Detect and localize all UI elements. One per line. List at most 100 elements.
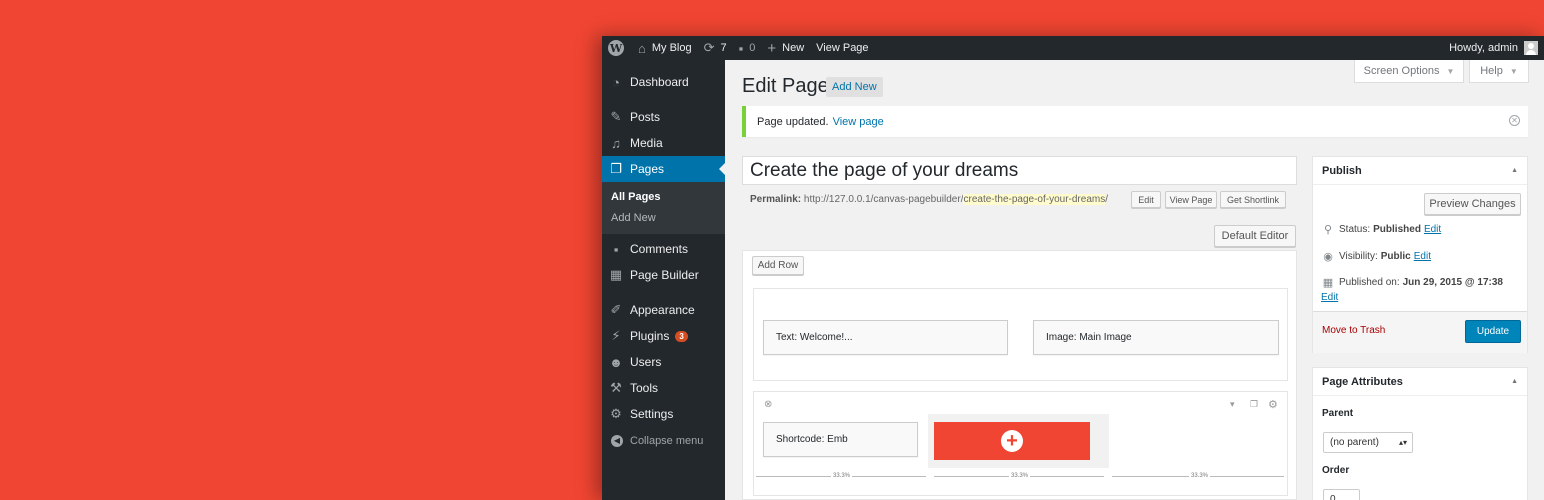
- edit-permalink-button[interactable]: Edit: [1131, 191, 1161, 208]
- view-page-link[interactable]: View Page: [810, 36, 874, 60]
- page-builder-panel: Add Row Text: Welcome!... Image: Main Im…: [742, 250, 1297, 500]
- add-row-button[interactable]: Add Row: [752, 256, 804, 275]
- widget-text-welcome[interactable]: Text: Welcome!...: [763, 320, 1008, 355]
- sidebar-item-media[interactable]: ♫ Media: [602, 130, 725, 156]
- new-label: New: [782, 42, 805, 54]
- get-shortlink-button[interactable]: Get Shortlink: [1220, 191, 1286, 208]
- published-on-row: ▦ Published on: Jun 29, 2015 @ 17:38: [1321, 276, 1503, 289]
- published-on-value: Jun 29, 2015 @ 17:38: [1402, 277, 1503, 288]
- status-label: Status:: [1339, 224, 1371, 235]
- my-account-link[interactable]: Howdy, admin: [1443, 36, 1544, 60]
- preview-changes-button[interactable]: Preview Changes: [1424, 193, 1521, 215]
- row-settings-gear-icon[interactable]: ⚙: [1268, 398, 1278, 411]
- visibility-edit-link[interactable]: Edit: [1414, 251, 1431, 262]
- sidebar-item-label: Pages: [630, 162, 665, 176]
- comments-count: 0: [749, 42, 756, 54]
- builder-row-1[interactable]: Text: Welcome!... Image: Main Image: [753, 288, 1288, 381]
- cell-width-label: 33.3%: [831, 473, 853, 479]
- visibility-value: Public: [1380, 251, 1411, 262]
- admin-sidebar: ◔ Dashboard ✎ Posts ♫ Media ❐ Pages All …: [602, 60, 725, 500]
- sidebar-item-pages[interactable]: ❐ Pages: [602, 156, 725, 182]
- sidebar-item-posts[interactable]: ✎ Posts: [602, 104, 725, 130]
- sidebar-item-users[interactable]: ☻ Users: [602, 349, 725, 375]
- sidebar-item-dashboard[interactable]: ◔ Dashboard: [602, 69, 725, 95]
- updates-count: 7: [720, 42, 727, 54]
- site-name-link[interactable]: ⌂ My Blog: [632, 36, 698, 60]
- pages-submenu: All Pages Add New: [602, 182, 725, 234]
- move-row-icon[interactable]: ▾: [1230, 399, 1235, 410]
- widget-image-main[interactable]: Image: Main Image: [1033, 320, 1279, 355]
- sidebar-item-label: Comments: [630, 242, 689, 256]
- sidebar-item-plugins[interactable]: ⚡ Plugins 3: [602, 323, 725, 349]
- sidebar-item-comments[interactable]: ▪ Comments: [602, 236, 725, 262]
- select-arrows-icon: ▴▾: [1398, 438, 1407, 447]
- sidebar-item-label: Media: [630, 136, 663, 150]
- permalink-label: Permalink:: [750, 194, 802, 205]
- submenu-all-pages[interactable]: All Pages: [611, 191, 661, 203]
- comment-bubble-icon: ▪: [738, 40, 744, 56]
- sidebar-item-page-builder[interactable]: ▦ Page Builder: [602, 262, 725, 288]
- builder-row-2[interactable]: ⊗ ▾ ❐ ⚙ Shortcode: Emb + 33.3% 33.3% 33.…: [753, 391, 1288, 496]
- caret-down-icon: ▼: [1509, 66, 1518, 76]
- builder-cell-2[interactable]: +: [928, 414, 1109, 468]
- user-icon: ☻: [609, 354, 623, 370]
- wrench-icon: ⚒: [610, 380, 622, 395]
- status-row: ⚲ Status: Published Edit: [1321, 223, 1441, 236]
- parent-label: Parent: [1322, 408, 1354, 419]
- toggle-arrow-icon[interactable]: ▲: [1511, 167, 1518, 174]
- widget-shortcode[interactable]: Shortcode: Emb: [763, 422, 918, 457]
- order-input[interactable]: 0: [1323, 489, 1360, 500]
- pin-icon: ✎: [610, 109, 622, 124]
- wp-logo-button[interactable]: W: [602, 36, 632, 60]
- pages-icon: ❐: [610, 161, 622, 176]
- screen-options-button[interactable]: Screen Options ▼: [1354, 60, 1464, 83]
- help-label: Help: [1480, 65, 1503, 77]
- publish-box-header[interactable]: Publish ▲: [1313, 157, 1527, 185]
- default-editor-button[interactable]: Default Editor: [1214, 225, 1296, 247]
- publish-box-title: Publish: [1322, 164, 1362, 177]
- permalink-slug[interactable]: create-the-page-of-your-dreams: [963, 194, 1106, 205]
- dashboard-icon: ◔: [612, 74, 620, 90]
- sidebar-item-settings[interactable]: ⚙ Settings: [602, 401, 725, 427]
- add-widget-plus-icon[interactable]: +: [1001, 430, 1023, 452]
- caret-down-icon: ▼: [1446, 66, 1455, 76]
- status-edit-link[interactable]: Edit: [1424, 224, 1441, 235]
- add-new-button[interactable]: Add New: [826, 77, 883, 97]
- duplicate-row-icon[interactable]: ❐: [1250, 399, 1258, 410]
- view-page-button[interactable]: View Page: [1165, 191, 1217, 208]
- order-label: Order: [1322, 465, 1350, 476]
- parent-select[interactable]: (no parent) ▴▾: [1323, 432, 1413, 453]
- dismiss-icon[interactable]: ✕: [1509, 115, 1520, 126]
- sidebar-item-label: Posts: [630, 110, 661, 124]
- brush-icon: ✐: [610, 302, 622, 317]
- calendar-icon: ▦: [1322, 277, 1334, 289]
- sidebar-item-tools[interactable]: ⚒ Tools: [602, 375, 725, 401]
- sidebar-item-label: Appearance: [630, 303, 695, 317]
- permalink-base: http://127.0.0.1/canvas-pagebuilder/: [803, 194, 964, 205]
- grid-icon: ▦: [609, 267, 623, 282]
- toggle-arrow-icon[interactable]: ▲: [1511, 378, 1518, 385]
- notice-view-page-link[interactable]: View page: [833, 116, 884, 128]
- help-button[interactable]: Help ▼: [1469, 60, 1529, 83]
- post-title-input[interactable]: Create the page of your dreams: [742, 156, 1297, 185]
- page-attributes-header[interactable]: Page Attributes ▲: [1313, 368, 1527, 396]
- move-to-trash-link[interactable]: Move to Trash: [1322, 325, 1385, 336]
- parent-select-value: (no parent): [1330, 437, 1379, 448]
- delete-row-icon[interactable]: ⊗: [764, 399, 772, 410]
- collapse-menu-button[interactable]: ◀ Collapse menu: [602, 428, 725, 454]
- howdy-label: Howdy, admin: [1449, 42, 1518, 54]
- order-value: 0: [1330, 494, 1336, 500]
- sidebar-item-label: Plugins: [630, 329, 670, 343]
- notice-text: Page updated.: [757, 115, 829, 128]
- visibility-label: Visibility:: [1339, 251, 1378, 262]
- updates-link[interactable]: ⟳ 7: [698, 36, 733, 60]
- update-button[interactable]: Update: [1465, 320, 1521, 343]
- new-content-link[interactable]: + New: [761, 36, 810, 60]
- permalink-row: Permalink: http://127.0.0.1/canvas-pageb…: [750, 194, 1108, 205]
- published-on-edit-link[interactable]: Edit: [1321, 292, 1338, 303]
- add-widget-area[interactable]: +: [934, 422, 1090, 460]
- submenu-add-new[interactable]: Add New: [611, 212, 656, 224]
- comments-link[interactable]: ▪ 0: [733, 36, 762, 60]
- collapse-menu-label: Collapse menu: [630, 435, 704, 447]
- sidebar-item-appearance[interactable]: ✐ Appearance: [602, 297, 725, 323]
